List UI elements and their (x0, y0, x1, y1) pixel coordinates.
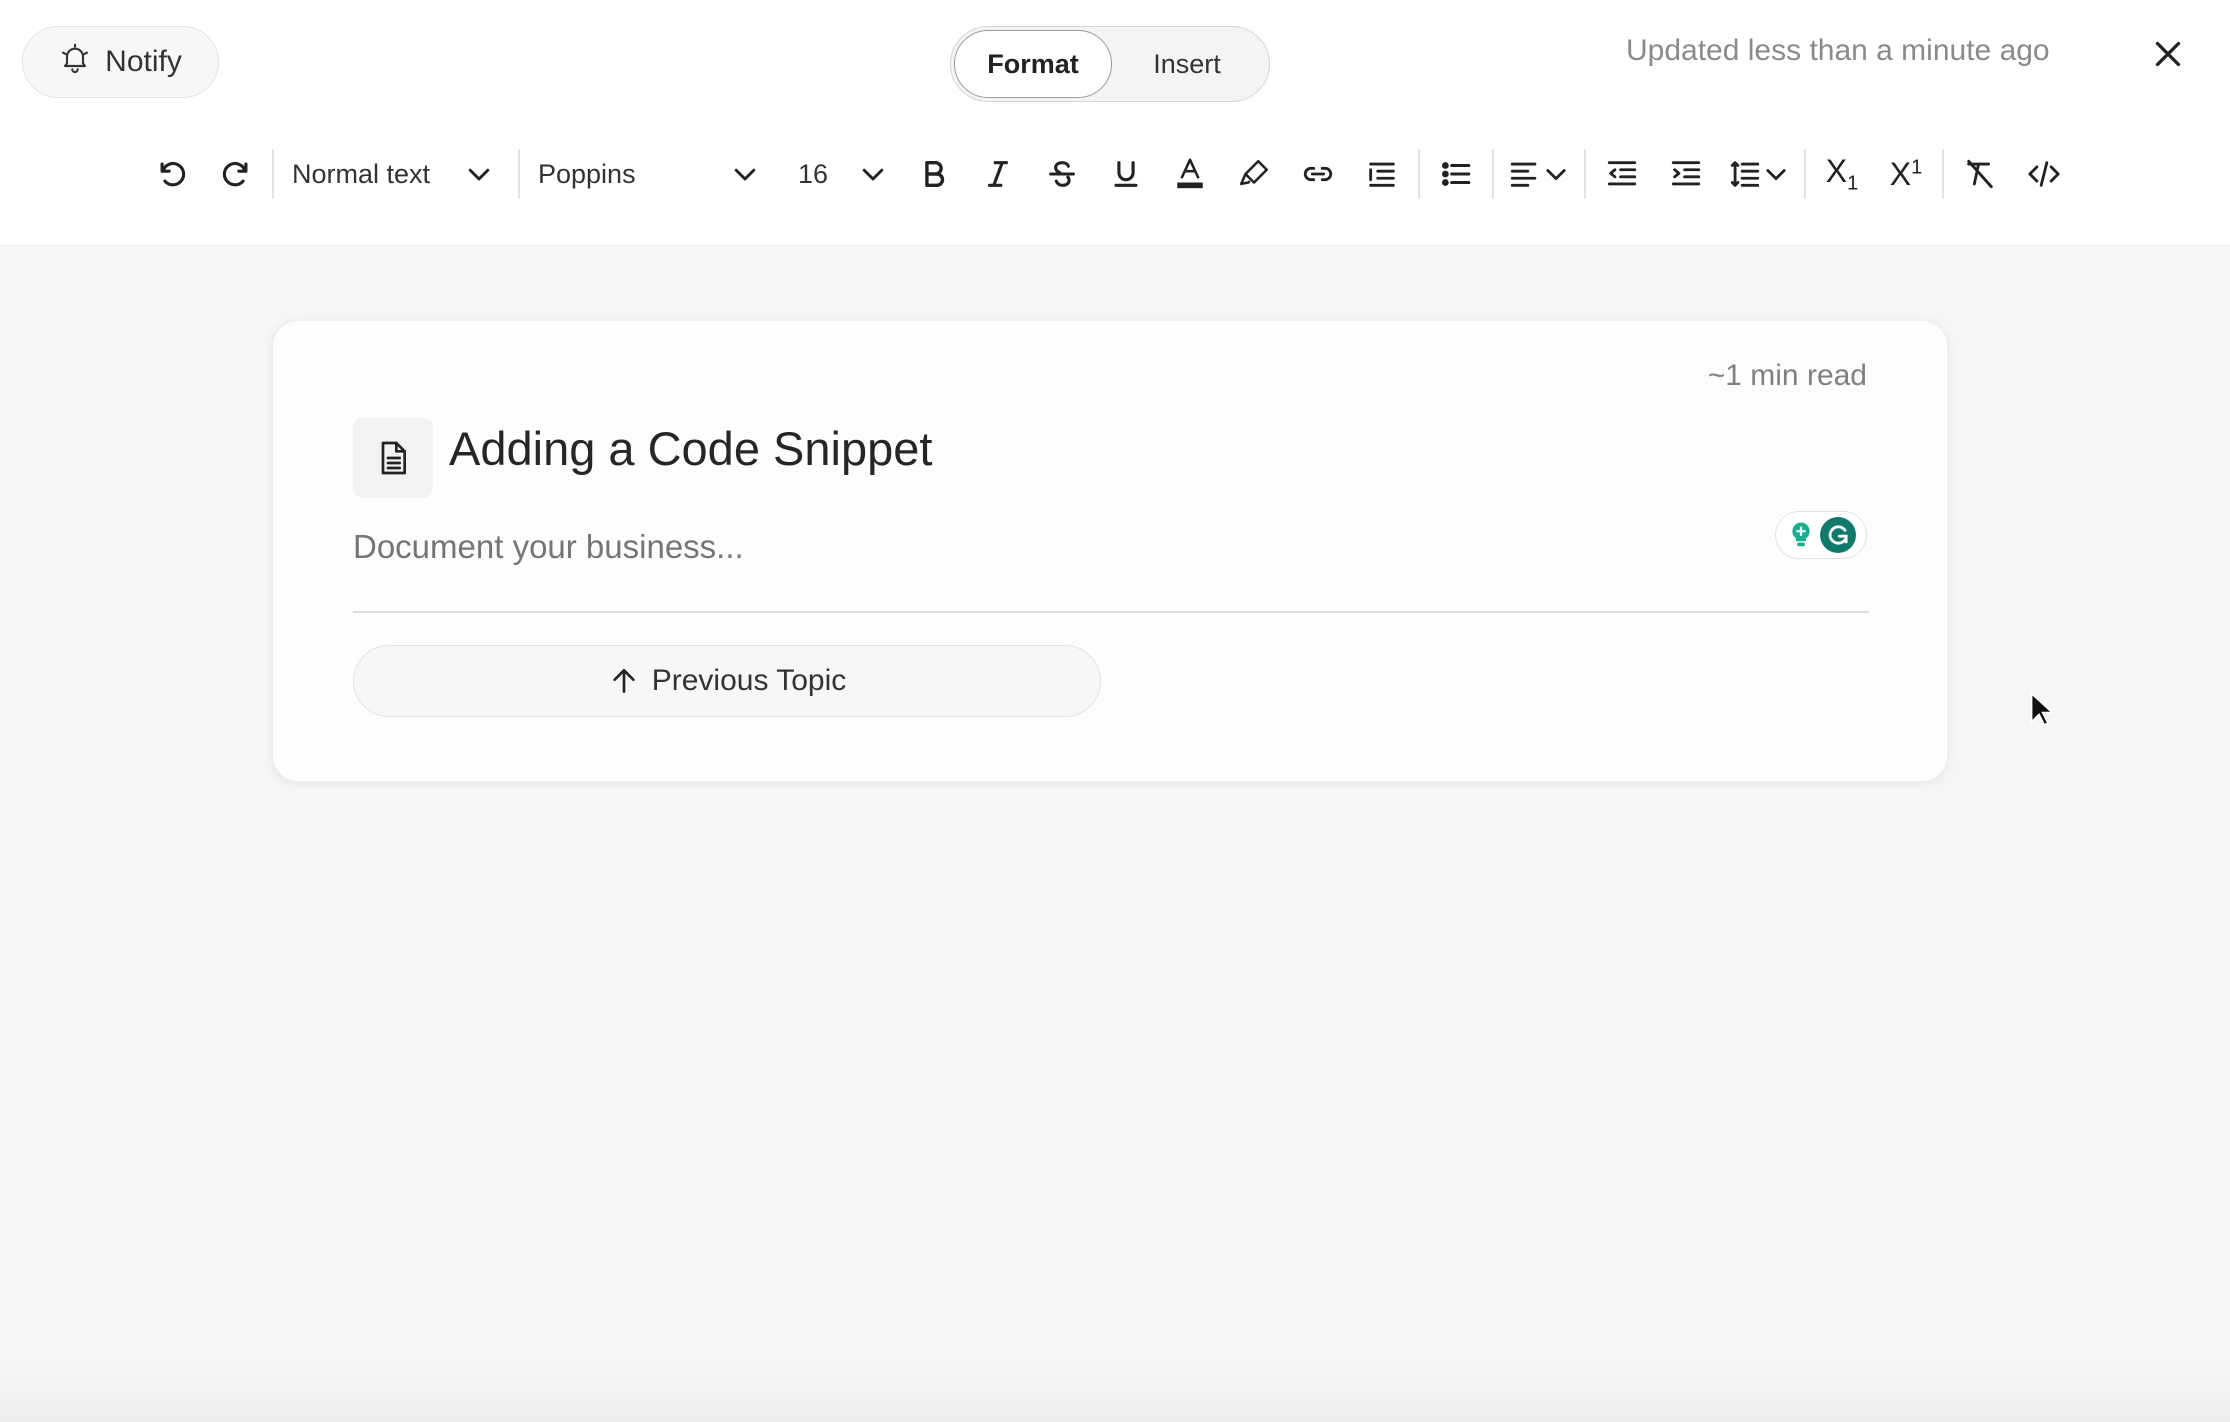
document-body-input[interactable] (353, 517, 1653, 577)
font-family-value: Poppins (538, 158, 636, 189)
ordered-list-button[interactable] (1356, 148, 1408, 200)
underline-button[interactable] (1100, 148, 1152, 200)
bottom-fade (0, 1362, 2230, 1422)
tab-format[interactable]: Format (954, 30, 1112, 98)
formatting-toolbar: Normal text Poppins 16 X1 X1 (146, 148, 2070, 200)
close-icon (2155, 41, 2181, 67)
bullet-list-button[interactable] (1430, 148, 1482, 200)
chevron-down-icon (1546, 169, 1566, 181)
chevron-down-icon (468, 168, 490, 181)
notify-button[interactable]: Notify (22, 26, 219, 98)
tab-insert[interactable]: Insert (1112, 30, 1262, 98)
ordered-list-icon (1369, 162, 1395, 187)
toolbar-divider (1418, 149, 1420, 199)
document-title[interactable]: Adding a Code Snippet (449, 421, 932, 476)
superscript-letter: X (1889, 155, 1912, 192)
block-style-value: Normal text (292, 158, 431, 189)
subscript-index: 1 (1847, 172, 1859, 195)
font-family-select[interactable]: Poppins (530, 148, 760, 200)
undo-icon (160, 161, 186, 187)
italic-button[interactable] (972, 148, 1024, 200)
chevron-down-icon (862, 168, 884, 181)
text-color-button[interactable] (1164, 148, 1216, 200)
grammarly-widget[interactable] (1775, 511, 1867, 559)
toolbar-divider (1584, 149, 1586, 199)
bold-button[interactable] (908, 148, 960, 200)
toolbar-divider (272, 149, 274, 199)
text-color-icon (1177, 158, 1203, 189)
notify-label: Notify (105, 45, 182, 78)
redo-button[interactable] (210, 148, 262, 200)
font-size-value: 16 (798, 158, 829, 189)
strikethrough-icon (1049, 161, 1075, 187)
document-icon-button[interactable] (353, 418, 433, 498)
undo-button[interactable] (146, 148, 198, 200)
close-button[interactable] (2148, 34, 2188, 74)
bell-icon (59, 42, 91, 82)
line-height-select[interactable] (1724, 148, 1794, 200)
top-bar: Notify Format Insert Updated less than a… (0, 0, 2230, 246)
indent-button[interactable] (1660, 148, 1712, 200)
read-time: ~1 min read (1707, 359, 1867, 392)
superscript-button[interactable]: X1 (1880, 148, 1932, 200)
mouse-cursor-icon (2030, 692, 2054, 727)
divider (353, 611, 1869, 613)
superscript-icon: X1 (1890, 156, 1922, 193)
last-updated-status: Updated less than a minute ago (1626, 34, 2050, 67)
arrow-up-icon (613, 669, 635, 693)
subscript-icon: X1 (1826, 153, 1858, 195)
line-height-icon (1730, 161, 1760, 187)
redo-icon (222, 161, 248, 187)
bullet-list-icon (1441, 162, 1471, 186)
bold-icon (925, 160, 945, 188)
grammarly-icon (1820, 517, 1856, 553)
subscript-letter: X (1825, 152, 1848, 189)
align-left-icon (1510, 162, 1537, 187)
document-icon (381, 441, 406, 475)
link-icon (1303, 166, 1333, 182)
toolbar-divider (1942, 149, 1944, 199)
toolbar-divider (518, 149, 520, 199)
font-size-select[interactable]: 16 (788, 148, 888, 200)
outdent-icon (1607, 161, 1637, 186)
chevron-down-icon (1766, 169, 1786, 181)
italic-icon (987, 161, 1009, 187)
link-button[interactable] (1292, 148, 1344, 200)
clear-format-button[interactable] (1954, 148, 2006, 200)
chevron-down-icon (734, 168, 756, 181)
highlight-button[interactable] (1228, 148, 1280, 200)
align-select[interactable] (1504, 148, 1574, 200)
document-card: ~1 min read Adding a Code Snippet Previo… (272, 320, 1948, 782)
previous-topic-button[interactable]: Previous Topic (353, 645, 1101, 717)
code-icon (2028, 161, 2060, 187)
mode-toggle: Format Insert (950, 26, 1270, 102)
code-button[interactable] (2018, 148, 2070, 200)
toolbar-divider (1492, 149, 1494, 199)
superscript-index: 1 (1911, 155, 1923, 178)
highlight-icon (1239, 159, 1269, 186)
subscript-button[interactable]: X1 (1816, 148, 1868, 200)
toolbar-divider (1804, 149, 1806, 199)
underline-icon (1114, 161, 1138, 187)
indent-icon (1671, 161, 1701, 186)
lightbulb-icon (1792, 522, 1810, 547)
clear-format-icon (1967, 159, 1993, 189)
block-style-select[interactable]: Normal text (284, 148, 494, 200)
outdent-button[interactable] (1596, 148, 1648, 200)
previous-topic-label: Previous Topic (651, 664, 847, 697)
strikethrough-button[interactable] (1036, 148, 1088, 200)
